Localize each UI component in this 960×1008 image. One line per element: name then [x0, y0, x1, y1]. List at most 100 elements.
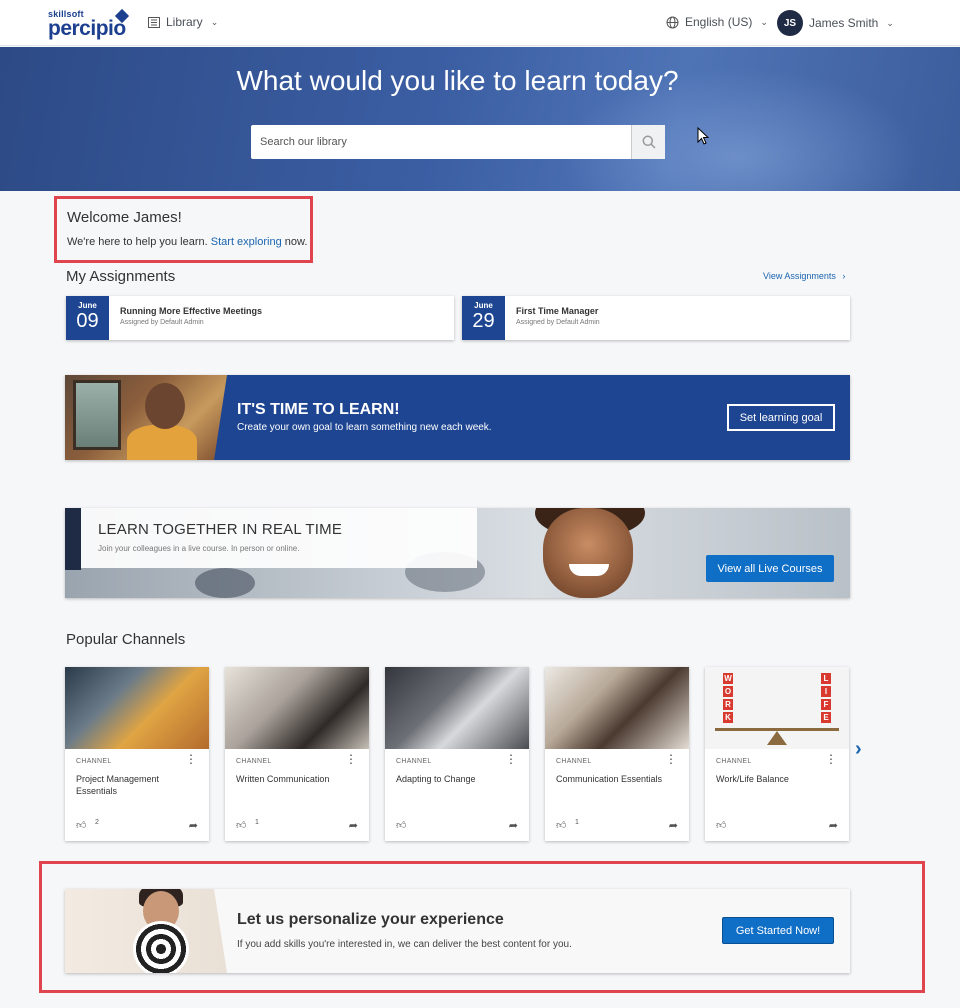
channel-card[interactable]: CHANNEL ⋮ Communication Essentials 👍︎ 1 …	[545, 667, 689, 841]
channel-thumbnail: W O R K L I F E	[705, 667, 849, 749]
person-body-shape	[127, 425, 197, 460]
channel-thumbnail	[65, 667, 209, 749]
channel-card[interactable]: CHANNEL ⋮ Project Management Essentials …	[65, 667, 209, 841]
channel-title: Written Communication	[236, 774, 330, 784]
chevron-right-icon[interactable]: ›	[855, 738, 862, 761]
search-input[interactable]	[251, 125, 631, 159]
thumbs-up-icon[interactable]: 👍︎	[76, 819, 86, 831]
more-options-icon[interactable]: ⋮	[825, 753, 837, 765]
assignment-card[interactable]: June 09 Running More Effective Meetings …	[66, 296, 454, 340]
life-block-letter: F	[821, 699, 831, 710]
live-banner-text-panel	[81, 508, 477, 568]
life-block-letter: E	[821, 712, 831, 723]
chevron-down-icon: ⌄	[886, 17, 894, 28]
channel-card[interactable]: W O R K L I F E CHANNEL ⋮ Work/Life Bala…	[705, 667, 849, 841]
search-icon	[642, 135, 656, 149]
assignment-day: 29	[472, 310, 495, 332]
person-head-shape	[145, 383, 185, 429]
thumbs-up-icon[interactable]: 👍︎	[556, 819, 566, 831]
set-learning-goal-button[interactable]: Set learning goal	[727, 404, 835, 431]
library-book-icon	[148, 16, 160, 28]
globe-icon	[666, 16, 679, 28]
assignment-date: June 09	[66, 296, 109, 340]
search-bar	[251, 125, 665, 159]
share-icon[interactable]: ➦	[829, 819, 838, 832]
target-icon	[133, 921, 189, 973]
thumbs-up-icon[interactable]: 👍︎	[236, 819, 246, 831]
life-block-letter: L	[821, 673, 831, 684]
personalize-heading: Let us personalize your experience	[237, 911, 504, 928]
learning-goal-banner: IT'S TIME TO LEARN! Create your own goal…	[65, 375, 850, 460]
personalize-subtext: If you add skills you're interested in, …	[237, 939, 572, 950]
start-exploring-link[interactable]: Start exploring	[211, 236, 282, 248]
life-block-letter: I	[821, 686, 831, 697]
assignment-card[interactable]: June 29 First Time Manager Assigned by D…	[462, 296, 850, 340]
personalize-banner: Let us personalize your experience If yo…	[65, 889, 850, 973]
welcome-title: Welcome James!	[67, 209, 182, 226]
work-block-letter: K	[723, 712, 733, 723]
view-all-live-courses-button[interactable]: View all Live Courses	[706, 555, 834, 582]
channel-type-label: CHANNEL	[76, 758, 112, 765]
popular-channels-title: Popular Channels	[66, 631, 186, 648]
view-assignments-link[interactable]: View Assignments ›	[763, 271, 845, 281]
more-options-icon[interactable]: ⋮	[185, 753, 197, 765]
top-navigation-bar: skillsoft percipio Library ⌄ English (US…	[0, 0, 960, 46]
like-count: 1	[255, 819, 259, 826]
search-button[interactable]	[631, 125, 665, 159]
learning-goal-heading: IT'S TIME TO LEARN!	[237, 401, 400, 418]
like-count: 1	[575, 819, 579, 826]
thumbs-up-icon[interactable]: 👍︎	[716, 819, 726, 831]
work-block-letter: R	[723, 699, 733, 710]
seesaw-base	[767, 731, 787, 745]
channel-title: Communication Essentials	[556, 774, 663, 784]
language-selector[interactable]: English (US) ⌄	[666, 15, 768, 29]
assignment-info: First Time Manager Assigned by Default A…	[505, 296, 600, 340]
language-label: English (US)	[685, 15, 753, 29]
channel-thumbnail	[225, 667, 369, 749]
more-options-icon[interactable]: ⋮	[345, 753, 357, 765]
channel-card[interactable]: CHANNEL ⋮ Adapting to Change 👍︎ ➦	[385, 667, 529, 841]
channel-type-label: CHANNEL	[716, 758, 752, 765]
hero-heading: What would you like to learn today?	[236, 65, 679, 96]
assignment-date: June 29	[462, 296, 505, 340]
channel-type-label: CHANNEL	[396, 758, 432, 765]
user-menu[interactable]: JS James Smith ⌄	[777, 10, 894, 36]
background-blur-shape	[195, 568, 255, 598]
share-icon[interactable]: ➦	[669, 819, 678, 832]
view-assignments-label: View Assignments	[763, 271, 836, 281]
assignment-day: 09	[76, 310, 99, 332]
share-icon[interactable]: ➦	[509, 819, 518, 832]
live-courses-banner: LEARN TOGETHER IN REAL TIME Join your co…	[65, 508, 850, 598]
smile-shape	[569, 564, 609, 576]
share-icon[interactable]: ➦	[349, 819, 358, 832]
channel-card[interactable]: CHANNEL ⋮ Written Communication 👍︎ 1 ➦	[225, 667, 369, 841]
assignment-assigned-by: Assigned by Default Admin	[120, 319, 204, 326]
learning-goal-subtext: Create your own goal to learn something …	[237, 422, 492, 433]
welcome-text-end: now.	[284, 236, 308, 248]
percipio-logo[interactable]: skillsoft percipio	[48, 8, 130, 40]
accent-stripe	[65, 508, 81, 570]
woman-with-phone-image	[65, 375, 227, 460]
live-courses-heading: LEARN TOGETHER IN REAL TIME	[98, 521, 343, 538]
chevron-right-icon: ›	[842, 271, 846, 281]
work-block-letter: W	[723, 673, 733, 684]
like-count: 2	[95, 819, 99, 826]
channel-thumbnail	[545, 667, 689, 749]
user-name: James Smith	[809, 16, 879, 30]
assignment-month: June	[474, 301, 493, 310]
channel-title: Work/Life Balance	[716, 774, 789, 784]
more-options-icon[interactable]: ⋮	[665, 753, 677, 765]
library-label: Library	[166, 15, 203, 29]
my-assignments-title: My Assignments	[66, 268, 176, 285]
assignment-assigned-by: Assigned by Default Admin	[516, 319, 600, 326]
chevron-down-icon: ⌄	[210, 16, 219, 27]
logo-percipio-text: percipio	[48, 17, 126, 40]
share-icon[interactable]: ➦	[189, 819, 198, 832]
channel-type-label: CHANNEL	[236, 758, 272, 765]
work-block-letter: O	[723, 686, 733, 697]
library-menu[interactable]: Library ⌄	[148, 15, 218, 29]
get-started-now-button[interactable]: Get Started Now!	[722, 917, 834, 944]
woman-with-target-image	[65, 889, 227, 973]
thumbs-up-icon[interactable]: 👍︎	[396, 819, 406, 831]
more-options-icon[interactable]: ⋮	[505, 753, 517, 765]
